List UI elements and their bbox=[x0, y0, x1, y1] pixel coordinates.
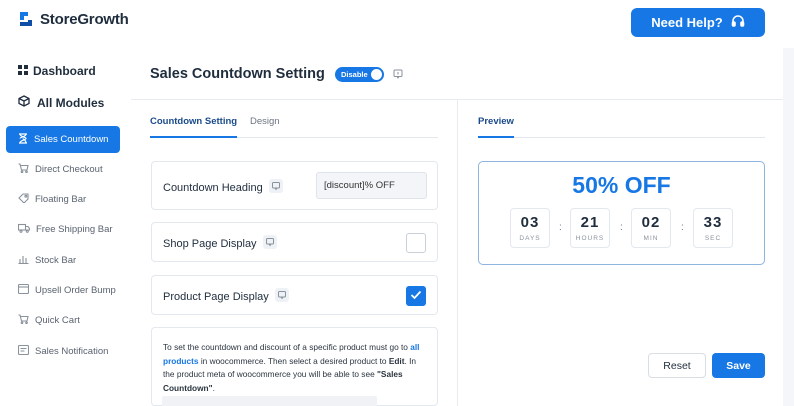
shop-page-display-row: Shop Page Display bbox=[163, 235, 277, 252]
module-toggle[interactable]: Disable bbox=[335, 67, 384, 82]
top-bar: StoreGrowth Need Help? bbox=[0, 0, 794, 48]
info-icon[interactable] bbox=[268, 179, 283, 196]
page-title: Sales Countdown Setting bbox=[150, 66, 325, 82]
sidebar-item-label: All Modules bbox=[37, 95, 105, 110]
sidebar-item-all-modules[interactable]: All Modules bbox=[18, 95, 104, 110]
need-help-label: Need Help? bbox=[651, 15, 723, 30]
product-page-display-checkbox[interactable] bbox=[406, 286, 426, 306]
toggle-label: Disable bbox=[341, 70, 368, 79]
note-edit-emphasis: Edit bbox=[388, 355, 405, 366]
main-content: Sales Countdown Setting Disable Countdow… bbox=[131, 48, 794, 406]
countdown-preview: 50% OFF 03 DAYS : 21 HOURS : 02 MIN : 33… bbox=[478, 161, 765, 265]
timer-separator: : bbox=[559, 222, 562, 233]
timer-days: 03 DAYS bbox=[510, 208, 550, 248]
preview-tabs: Preview bbox=[478, 116, 765, 138]
timer-unit: DAYS bbox=[519, 235, 541, 242]
timer-value: 03 bbox=[520, 214, 540, 231]
headset-icon bbox=[731, 14, 745, 31]
note-text: in woocommerce. Then select a desired pr… bbox=[200, 355, 387, 366]
timer-seconds: 33 SEC bbox=[693, 208, 733, 248]
tab-design[interactable]: Design bbox=[250, 116, 280, 138]
info-icon[interactable] bbox=[274, 288, 289, 305]
browser-icon bbox=[17, 283, 30, 297]
save-button[interactable]: Save bbox=[712, 353, 765, 378]
check-icon bbox=[410, 287, 422, 305]
shop-page-display-checkbox[interactable] bbox=[406, 233, 426, 253]
timer-separator: : bbox=[681, 222, 684, 233]
timer-unit: MIN bbox=[643, 235, 659, 242]
sidebar-item-label: Stock Bar bbox=[35, 255, 77, 266]
sidebar-item-quick-cart[interactable]: Quick Cart bbox=[6, 307, 120, 334]
sidebar-item-upsell-order-bump[interactable]: Upsell Order Bump bbox=[6, 277, 120, 304]
timer-value: 21 bbox=[580, 214, 600, 231]
info-icon[interactable] bbox=[393, 69, 403, 79]
timer-value: 02 bbox=[641, 214, 661, 231]
countdown-heading-row: Countdown Heading bbox=[163, 179, 283, 196]
product-page-display-label: Product Page Display bbox=[163, 290, 269, 303]
sidebar-item-dashboard[interactable]: Dashboard bbox=[18, 64, 96, 78]
timer-hours: 21 HOURS bbox=[570, 208, 610, 248]
sidebar-item-label: Upsell Order Bump bbox=[35, 285, 116, 296]
truck-icon bbox=[17, 223, 31, 236]
sidebar-item-floating-bar[interactable]: Floating Bar bbox=[6, 186, 120, 213]
countdown-heading-input[interactable]: [discount]% OFF bbox=[316, 172, 427, 199]
tag-icon bbox=[18, 193, 29, 206]
instructions-note: To set the countdown and discount of a s… bbox=[151, 327, 438, 406]
countdown-heading-label: Countdown Heading bbox=[163, 181, 263, 194]
sidebar-item-label: Direct Checkout bbox=[35, 164, 103, 175]
sidebar-item-sales-notification[interactable]: Sales Notification bbox=[6, 338, 120, 365]
tab-preview[interactable]: Preview bbox=[478, 116, 514, 138]
timer-minutes: 02 MIN bbox=[631, 208, 671, 248]
sidebar-item-label: Floating Bar bbox=[35, 194, 87, 205]
sidebar-item-label: Dashboard bbox=[33, 64, 96, 78]
sidebar-item-sales-countdown[interactable]: Sales Countdown bbox=[6, 126, 120, 153]
sidebar: Dashboard All Modules Sales Countdown Di… bbox=[0, 48, 131, 406]
timer-unit: SEC bbox=[704, 235, 722, 242]
hourglass-icon bbox=[18, 132, 28, 147]
sidebar-item-label: Sales Countdown bbox=[34, 134, 109, 145]
sidebar-item-free-shipping-bar[interactable]: Free Shipping Bar bbox=[6, 216, 120, 243]
cart-icon bbox=[18, 314, 29, 327]
grid-icon bbox=[18, 64, 28, 78]
product-page-display-card: Product Page Display bbox=[151, 275, 438, 315]
cart-icon bbox=[18, 163, 29, 176]
settings-tabs: Countdown Setting Design bbox=[150, 116, 438, 138]
sidebar-item-label: Quick Cart bbox=[35, 315, 80, 326]
cube-icon bbox=[18, 95, 30, 110]
countdown-heading-card: Countdown Heading [discount]% OFF bbox=[151, 161, 438, 210]
page-header: Sales Countdown Setting Disable bbox=[131, 48, 783, 100]
sidebar-item-stock-bar[interactable]: Stock Bar bbox=[6, 247, 120, 274]
bar-chart-icon bbox=[18, 254, 29, 267]
shop-page-display-card: Shop Page Display bbox=[151, 222, 438, 262]
preview-heading: 50% OFF bbox=[572, 172, 671, 198]
brand-name: StoreGrowth bbox=[40, 10, 129, 28]
sidebar-item-label: Sales Notification bbox=[35, 346, 109, 357]
shop-page-display-label: Shop Page Display bbox=[163, 237, 257, 250]
timer-value: 33 bbox=[703, 214, 723, 231]
need-help-button[interactable]: Need Help? bbox=[631, 8, 765, 37]
tab-countdown-setting[interactable]: Countdown Setting bbox=[150, 116, 238, 138]
sidebar-item-label: Free Shipping Bar bbox=[36, 224, 113, 235]
toggle-knob bbox=[371, 69, 382, 80]
note-text: . bbox=[212, 382, 215, 393]
info-icon[interactable] bbox=[262, 235, 277, 252]
brand-logo[interactable]: StoreGrowth bbox=[17, 10, 129, 28]
sidebar-item-direct-checkout[interactable]: Direct Checkout bbox=[6, 156, 120, 183]
example-screenshot bbox=[162, 396, 377, 406]
product-page-display-row: Product Page Display bbox=[163, 288, 289, 305]
timer-separator: : bbox=[620, 222, 623, 233]
reset-button[interactable]: Reset bbox=[648, 353, 706, 378]
note-text: To set the countdown and discount of a s… bbox=[163, 342, 408, 352]
storegrowth-logo-icon bbox=[17, 10, 35, 28]
notification-icon bbox=[17, 344, 30, 358]
timer-unit: HOURS bbox=[575, 235, 605, 242]
